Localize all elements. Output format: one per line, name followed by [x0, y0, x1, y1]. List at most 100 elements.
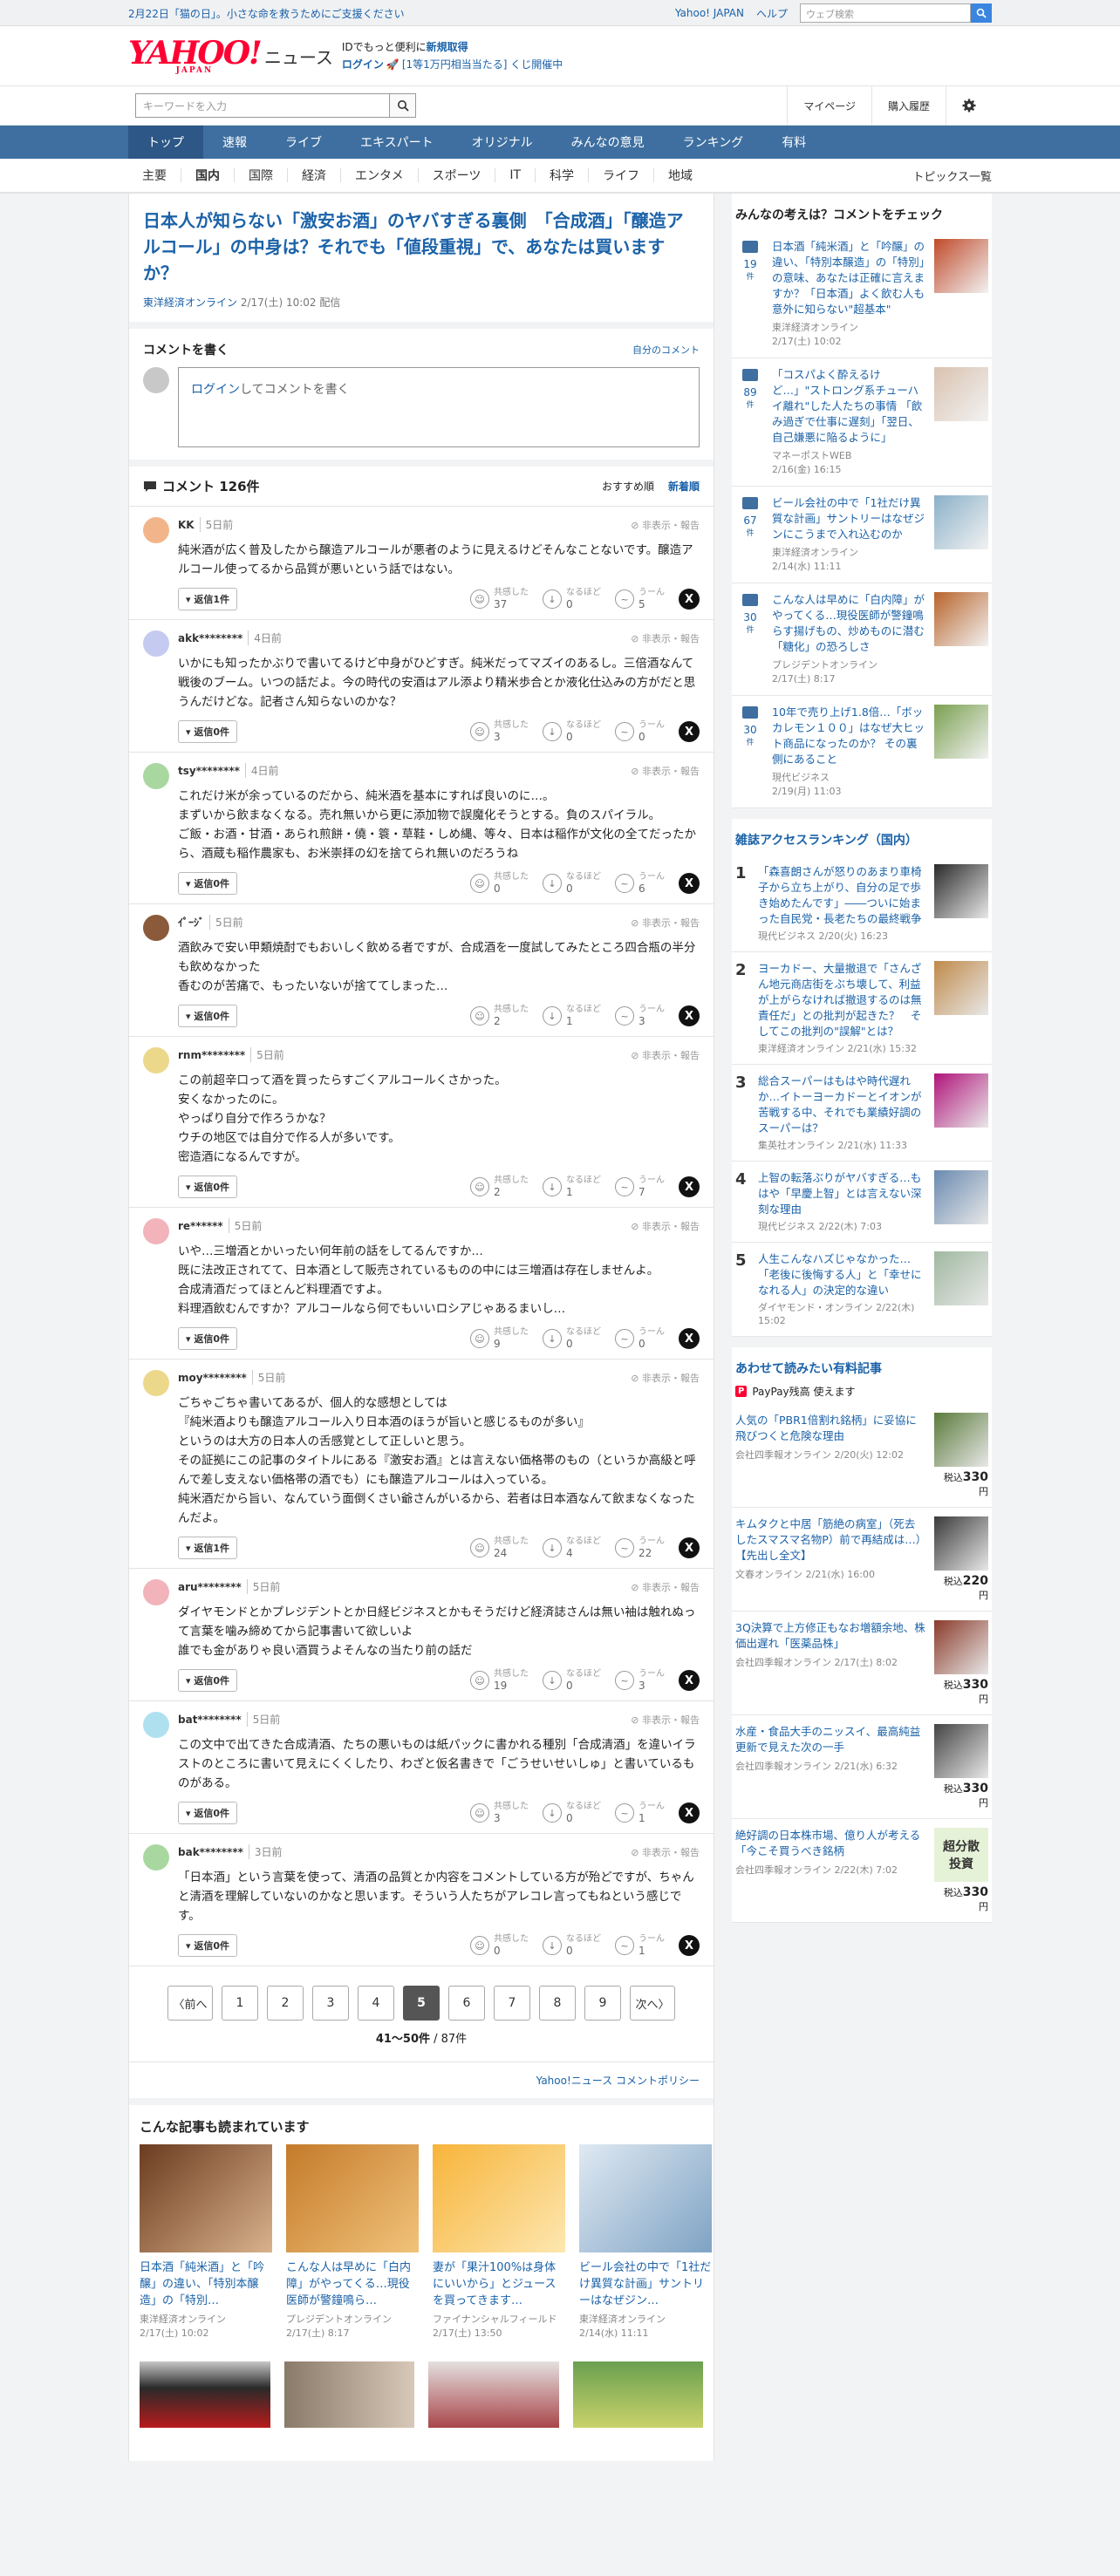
- paid-title[interactable]: 絶好調の日本株市場、億り人が考える「今こそ買うべき銘柄: [735, 1828, 925, 1859]
- avatar[interactable]: [143, 763, 169, 789]
- comment-check-item[interactable]: 19 件 日本酒「純米酒」と「吟醸」の違い、「特別本醸造」の「特別」の意味、あなたは…: [732, 230, 992, 358]
- prev-page-button[interactable]: 〈前へ: [167, 1986, 213, 2021]
- avatar[interactable]: [143, 1218, 169, 1244]
- comment-username[interactable]: ｲﾟｰｼﾞ: [178, 915, 204, 930]
- insightful-button[interactable]: ↓ なるほど 0: [543, 1327, 601, 1350]
- hide-report-link[interactable]: ⊘ 非表示・報告: [631, 1219, 700, 1233]
- article-thumbnail[interactable]: 超分散 投資: [934, 1828, 988, 1882]
- paid-title[interactable]: 人気の「PBR1倍割れ銘柄」に妥協に飛びつくと危険な理由: [735, 1413, 925, 1444]
- ranking-item[interactable]: 3 総合スーパーはもはや時代遅れか…イトーヨーカドーとイオンが苦戦する中、それでも…: [732, 1065, 992, 1162]
- hide-report-link[interactable]: ⊘ 非表示・報告: [631, 518, 700, 532]
- page-button[interactable]: 8: [539, 1986, 576, 2021]
- article-thumbnail[interactable]: [572, 2361, 703, 2428]
- nav-item[interactable]: トップ: [128, 126, 203, 159]
- web-search-input[interactable]: ウェブ検索: [800, 3, 971, 23]
- hide-report-link[interactable]: ⊘ 非表示・報告: [631, 1713, 700, 1727]
- article-thumbnail[interactable]: [140, 2361, 270, 2428]
- category-item[interactable]: 科学: [536, 168, 590, 183]
- web-search-button[interactable]: [971, 3, 992, 23]
- category-item[interactable]: ライフ: [589, 168, 655, 183]
- article-thumbnail[interactable]: [286, 2144, 419, 2252]
- ranking-title[interactable]: 人生こんなハズじゃなかった…「老後に後悔する人」と「幸せになれる人」の決定的な違…: [758, 1251, 925, 1298]
- login-link[interactable]: ログイン: [342, 58, 384, 71]
- x-share-icon[interactable]: X: [679, 1803, 700, 1823]
- hmm-button[interactable]: ~ うーん 0: [615, 720, 665, 743]
- check-title[interactable]: 日本酒「純米酒」と「吟醸」の違い、「特別本醸造」の「特別」の意味、あなたは正確に…: [772, 239, 927, 317]
- article-thumbnail[interactable]: [934, 239, 988, 293]
- paid-article[interactable]: 絶好調の日本株市場、億り人が考える「今こそ買うべき銘柄 会社四季報オンライン 2/…: [732, 1819, 992, 1923]
- insightful-button[interactable]: ↓ なるほど 4: [543, 1537, 601, 1559]
- x-share-icon[interactable]: X: [679, 1328, 700, 1349]
- check-title[interactable]: ビール会社の中で「1社だけ異質な計画」サントリーはなぜジンにこうまで入れ込むのか: [772, 495, 927, 542]
- comment-username[interactable]: bak********: [178, 1846, 243, 1858]
- reply-button[interactable]: ▾ 返信0件: [178, 1802, 238, 1824]
- x-share-icon[interactable]: X: [679, 1005, 700, 1026]
- article-thumbnail[interactable]: [283, 2361, 414, 2428]
- article-thumbnail[interactable]: [934, 1251, 988, 1305]
- check-title[interactable]: 「コスパよく酔えるけど…」"ストロング系チューハイ離れ"した人たちの事情 「飲み…: [772, 367, 927, 446]
- hmm-button[interactable]: ~ うーん 1: [615, 1934, 665, 1957]
- hide-report-link[interactable]: ⊘ 非表示・報告: [631, 1845, 700, 1859]
- comment-policy-link[interactable]: Yahoo!ニュース コメントポリシー: [129, 2062, 714, 2105]
- page-button[interactable]: 9: [584, 1986, 621, 2021]
- avatar[interactable]: [143, 1579, 169, 1605]
- avatar[interactable]: [143, 1370, 169, 1396]
- signup-link[interactable]: 新規取得: [427, 41, 468, 53]
- ranking-item[interactable]: 5 人生こんなハズじゃなかった…「老後に後悔する人」と「幸せになれる人」の決定的な…: [732, 1243, 992, 1337]
- my-comments-link[interactable]: 自分のコメント: [632, 343, 700, 357]
- hmm-button[interactable]: ~ うーん 1: [615, 1802, 665, 1824]
- help-link[interactable]: ヘルプ: [756, 6, 788, 21]
- article-thumbnail[interactable]: [140, 2144, 272, 2252]
- ranking-title[interactable]: 総合スーパーはもはや時代遅れか…イトーヨーカドーとイオンが苦戦する中、それでも業…: [758, 1073, 925, 1136]
- yahoo-japan-link[interactable]: Yahoo! JAPAN: [675, 7, 744, 19]
- article-thumbnail[interactable]: [934, 1724, 988, 1778]
- category-item[interactable]: 国内: [181, 168, 235, 183]
- related-title[interactable]: こんな人は早めに「白内障」がやってくる…現役医師が警鐘鳴ら…: [286, 2259, 419, 2309]
- empathize-button[interactable]: ☺ 共感した 9: [470, 1327, 529, 1350]
- x-share-icon[interactable]: X: [679, 721, 700, 742]
- ranking-item[interactable]: 4 上智の転落ぶりがヤバすぎる…もはや「早慶上智」とは言えない深刻な理由 現代ビジネ…: [732, 1162, 992, 1243]
- keyword-search-button[interactable]: [389, 94, 415, 117]
- yahoo-news-logo[interactable]: YAHOO! JAPAN ニュース: [128, 37, 333, 75]
- ranking-title[interactable]: ヨーカドー、大量撤退で「さんざん地元商店街をぶち壊して、利益が上がらなければ撤退…: [758, 961, 925, 1039]
- article-thumbnail[interactable]: [934, 1170, 988, 1224]
- related-title[interactable]: 日本酒「純米酒」と「吟醸」の違い、「特別本醸造」の「特別…: [140, 2259, 272, 2309]
- check-title[interactable]: 10年で売り上げ1.8倍…「ボッカレモン１００」はなぜ大ヒット商品になったのか？…: [772, 705, 927, 767]
- hmm-button[interactable]: ~ うーん 22: [615, 1537, 665, 1559]
- related-article[interactable]: 日本酒「純米酒」と「吟醸」の違い、「特別本醸造」の「特別… 東洋経済オンライン 2/…: [140, 2144, 272, 2341]
- lottery-link[interactable]: [1等1万円相当当たる] くじ開催中: [402, 58, 563, 71]
- comment-input[interactable]: ログインしてコメントを書く: [178, 367, 700, 447]
- reply-button[interactable]: ▾ 返信0件: [178, 1669, 238, 1692]
- insightful-button[interactable]: ↓ なるほど 0: [543, 872, 601, 895]
- settings-button[interactable]: [946, 86, 992, 125]
- nav-item[interactable]: 有料: [762, 126, 825, 159]
- insightful-button[interactable]: ↓ なるほど 0: [543, 588, 601, 610]
- article-thumbnail[interactable]: [934, 864, 988, 918]
- hmm-button[interactable]: ~ うーん 0: [615, 1327, 665, 1350]
- page-button[interactable]: 4: [358, 1986, 394, 2021]
- paid-title[interactable]: 水産・食品大手のニッスイ、最高純益更新で見えた次の一手: [735, 1724, 925, 1755]
- related-article[interactable]: 妻が「果汁100%は身体にいいから」とジュースを買ってきます… ファイナンシャルフ…: [433, 2144, 565, 2341]
- reply-button[interactable]: ▾ 返信0件: [178, 872, 238, 895]
- hmm-button[interactable]: ~ うーん 3: [615, 1005, 665, 1027]
- page-button[interactable]: 6: [448, 1986, 485, 2021]
- purchase-history-link[interactable]: 購入履歴: [871, 86, 946, 125]
- empathize-button[interactable]: ☺ 共感した 3: [470, 1802, 529, 1824]
- nav-item[interactable]: ライブ: [266, 126, 341, 159]
- sort-newest[interactable]: 新着順: [668, 479, 700, 494]
- topics-list-link[interactable]: トピックス一覧: [912, 167, 992, 184]
- insightful-button[interactable]: ↓ なるほど 0: [543, 1802, 601, 1824]
- comment-username[interactable]: bat********: [178, 1714, 242, 1726]
- keyword-input[interactable]: キーワードを入力: [136, 94, 389, 117]
- avatar[interactable]: [143, 630, 169, 657]
- avatar[interactable]: [143, 1047, 169, 1073]
- comment-username[interactable]: akk********: [178, 632, 242, 644]
- avatar[interactable]: [143, 1844, 169, 1871]
- category-item[interactable]: 主要: [128, 168, 181, 183]
- article-thumbnail[interactable]: [934, 1620, 988, 1674]
- x-share-icon[interactable]: X: [679, 873, 700, 894]
- hide-report-link[interactable]: ⊘ 非表示・報告: [631, 916, 700, 930]
- article-title[interactable]: 日本人が知らない「激安お酒」のヤバすぎる裏側 「合成酒」「醸造アルコール」の中身…: [143, 208, 700, 286]
- article-thumbnail[interactable]: [433, 2144, 565, 2252]
- article-thumbnail[interactable]: [934, 705, 988, 759]
